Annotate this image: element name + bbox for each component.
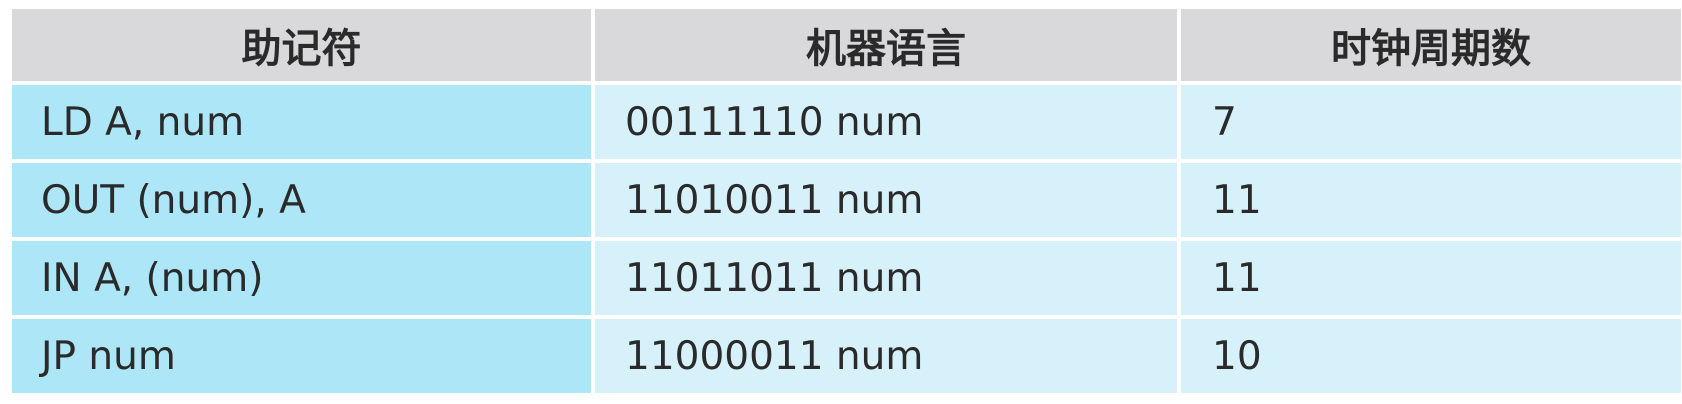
row-4-machine-code: 11000011 num bbox=[595, 319, 1177, 393]
row-2-clock-cycles: 11 bbox=[1181, 163, 1681, 237]
row-2-machine-code: 11010011 num bbox=[595, 163, 1177, 237]
row-1-clock-cycles: 7 bbox=[1181, 85, 1681, 159]
header-mnemonic: 助记符 bbox=[12, 9, 591, 81]
row-3-clock-cycles: 11 bbox=[1181, 241, 1681, 315]
header-clock-cycles: 时钟周期数 bbox=[1181, 9, 1681, 81]
row-1-mnemonic: LD A, num bbox=[12, 85, 591, 159]
row-4-mnemonic: JP num bbox=[12, 319, 591, 393]
header-machine-language: 机器语言 bbox=[595, 9, 1177, 81]
row-3-machine-code: 11011011 num bbox=[595, 241, 1177, 315]
row-1-machine-code: 00111110 num bbox=[595, 85, 1177, 159]
row-4-clock-cycles: 10 bbox=[1181, 319, 1681, 393]
row-2-mnemonic: OUT (num), A bbox=[12, 163, 591, 237]
instruction-table: 助记符 机器语言 时钟周期数 LD A, num 00111110 num 7 … bbox=[12, 9, 1681, 393]
row-3-mnemonic: IN A, (num) bbox=[12, 241, 591, 315]
